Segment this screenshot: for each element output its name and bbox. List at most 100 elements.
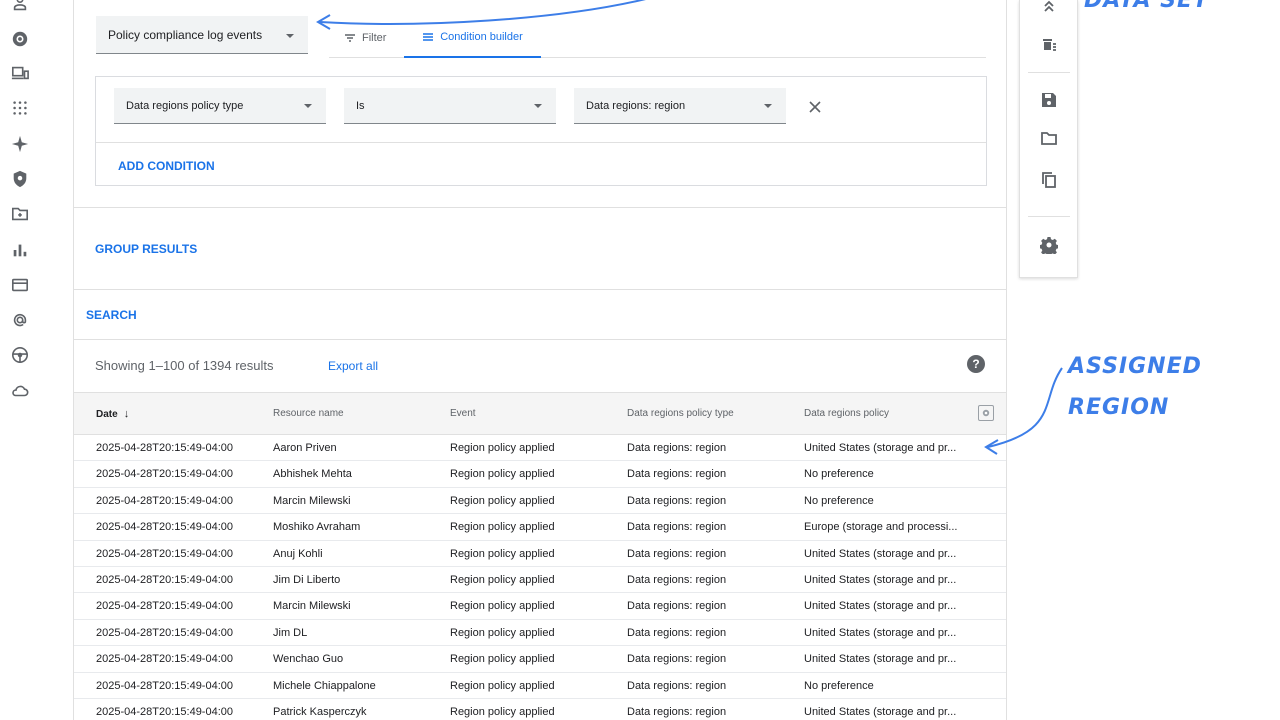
list-icon xyxy=(423,33,434,41)
cell-policy-type: Data regions: region xyxy=(627,573,727,586)
section-divider xyxy=(74,339,1006,340)
condition-value-value: Data regions: region xyxy=(586,99,686,112)
chevron-down-icon xyxy=(764,104,772,108)
table-header: Date ↓ Resource name Event Data regions p… xyxy=(74,392,1006,435)
cell-date: 2025-04-28T20:15:49-04:00 xyxy=(96,626,233,639)
table-row[interactable]: 2025-04-28T20:15:49-04:00 Aaron Priven Reg… xyxy=(74,435,1006,462)
sparkle-icon[interactable] xyxy=(10,134,30,154)
column-header-policy[interactable]: Data regions policy xyxy=(804,408,966,419)
data-source-value: Policy compliance log events xyxy=(108,27,263,42)
cell-policy: United States (storage and pr... xyxy=(804,653,957,666)
toolbar-divider xyxy=(1028,216,1070,217)
cell-date: 2025-04-28T20:15:49-04:00 xyxy=(96,679,233,692)
cell-resource-name: Moshiko Avraham xyxy=(273,521,361,534)
cell-policy-type: Data regions: region xyxy=(627,705,727,718)
column-header-event[interactable]: Event xyxy=(450,408,620,419)
credit-card-icon[interactable] xyxy=(10,275,30,295)
section-divider xyxy=(74,289,1006,290)
cell-event: Region policy applied xyxy=(450,679,555,692)
column-header-resource-name[interactable]: Resource name xyxy=(273,408,443,419)
settings-gear-icon[interactable] xyxy=(1039,236,1059,257)
cell-policy-type: Data regions: region xyxy=(627,600,727,613)
cell-policy-type: Data regions: region xyxy=(627,653,727,666)
collapse-icon[interactable] xyxy=(1040,0,1058,15)
table-row[interactable]: 2025-04-28T20:15:49-04:00 Michele Chiappa… xyxy=(74,673,1006,699)
condition-operator-select[interactable]: Is xyxy=(344,88,556,124)
save-icon[interactable] xyxy=(1040,91,1058,109)
cell-resource-name: Michele Chiappalone xyxy=(273,679,376,692)
cell-resource-name: Anuj Kohli xyxy=(273,547,323,560)
bar-chart-icon[interactable] xyxy=(10,240,30,260)
table-row[interactable]: 2025-04-28T20:15:49-04:00 Patrick Kasperc… xyxy=(74,699,1006,720)
tab-condition-builder[interactable]: Condition builder xyxy=(404,18,541,58)
main-panel: Policy compliance log events Filter Cond… xyxy=(73,0,1007,720)
condition-operator-value: Is xyxy=(356,99,365,112)
apps-grid-icon[interactable] xyxy=(10,98,30,118)
cell-date: 2025-04-28T20:15:49-04:00 xyxy=(96,600,233,613)
cell-policy-type: Data regions: region xyxy=(627,442,727,454)
cell-date: 2025-04-28T20:15:49-04:00 xyxy=(96,705,233,718)
tab-filter-label: Filter xyxy=(362,32,387,44)
cell-date: 2025-04-28T20:15:49-04:00 xyxy=(96,547,233,560)
cell-date: 2025-04-28T20:15:49-04:00 xyxy=(96,653,233,666)
table-row[interactable]: 2025-04-28T20:15:49-04:00 Jim DL Region po… xyxy=(74,620,1006,647)
column-header-date[interactable]: Date ↓ xyxy=(96,408,266,420)
cell-event: Region policy applied xyxy=(450,705,555,718)
table-row[interactable]: 2025-04-28T20:15:49-04:00 Jim Di Liberto R… xyxy=(74,567,1006,594)
column-header-policy-type[interactable]: Data regions policy type xyxy=(627,408,797,419)
table-row[interactable]: 2025-04-28T20:15:49-04:00 Marcin Milewski… xyxy=(74,593,1006,620)
cell-event: Region policy applied xyxy=(450,468,555,481)
search-button[interactable]: SEARCH xyxy=(86,308,137,322)
cell-resource-name: Aaron Priven xyxy=(273,442,337,454)
cell-policy-type: Data regions: region xyxy=(627,494,727,507)
condition-attribute-select[interactable]: Data regions policy type xyxy=(114,88,326,124)
column-header-date-label: Date xyxy=(96,409,118,420)
condition-attribute-value: Data regions policy type xyxy=(126,99,244,112)
cell-date: 2025-04-28T20:15:49-04:00 xyxy=(96,521,233,534)
cloud-icon[interactable] xyxy=(10,381,30,401)
export-all-link[interactable]: Export all xyxy=(328,359,378,373)
group-results-button[interactable]: GROUP RESULTS xyxy=(95,242,197,256)
chrome-icon[interactable] xyxy=(10,29,30,49)
data-source-select[interactable]: Policy compliance log events xyxy=(96,16,308,54)
remove-condition-close-icon[interactable] xyxy=(807,99,823,115)
steering-wheel-icon[interactable] xyxy=(10,345,30,365)
column-settings-gear-icon[interactable] xyxy=(978,405,994,421)
devices-icon[interactable] xyxy=(10,63,30,83)
cell-event: Region policy applied xyxy=(450,494,555,507)
clear-filter-icon[interactable] xyxy=(1040,35,1058,53)
cell-policy: United States (storage and pr... xyxy=(804,626,957,639)
cell-event: Region policy applied xyxy=(450,600,555,613)
cell-event: Region policy applied xyxy=(450,442,555,454)
cell-resource-name: Abhishek Mehta xyxy=(273,468,352,481)
shield-icon[interactable] xyxy=(10,169,30,189)
condition-value-select[interactable]: Data regions: region xyxy=(574,88,786,124)
table-row[interactable]: 2025-04-28T20:15:49-04:00 Anuj Kohli Regio… xyxy=(74,541,1006,567)
cell-policy: United States (storage and pr... xyxy=(804,600,957,613)
help-icon[interactable]: ? xyxy=(967,355,985,373)
cell-resource-name: Jim Di Liberto xyxy=(273,573,341,586)
table-row[interactable]: 2025-04-28T20:15:49-04:00 Moshiko Avraham… xyxy=(74,514,1006,541)
user-icon[interactable] xyxy=(10,0,30,14)
folder-open-icon[interactable] xyxy=(1040,129,1058,147)
table-row[interactable]: 2025-04-28T20:15:49-04:00 Abhishek Mehta R… xyxy=(74,461,1006,488)
cell-policy: United States (storage and pr... xyxy=(804,705,957,718)
add-condition-button[interactable]: ADD CONDITION xyxy=(118,159,215,173)
chevron-down-icon xyxy=(286,34,294,38)
cell-policy-type: Data regions: region xyxy=(627,468,727,481)
sort-descending-icon[interactable]: ↓ xyxy=(124,408,130,420)
filter-tabs: Filter Condition builder xyxy=(329,18,986,58)
cell-event: Region policy applied xyxy=(450,653,555,666)
results-count: Showing 1–100 of 1394 results xyxy=(95,358,274,373)
copy-icon[interactable] xyxy=(1040,171,1058,189)
cell-policy-type: Data regions: region xyxy=(627,521,727,534)
left-nav-rail xyxy=(0,0,44,720)
table-row[interactable]: 2025-04-28T20:15:49-04:00 Wenchao Guo Regi… xyxy=(74,646,1006,673)
table-row[interactable]: 2025-04-28T20:15:49-04:00 Marcin Milewski… xyxy=(74,488,1006,515)
annotation-data-set: DATA SET xyxy=(1084,0,1210,13)
folder-icon[interactable] xyxy=(10,204,30,224)
tab-filter[interactable]: Filter xyxy=(344,18,386,58)
at-sign-icon[interactable] xyxy=(10,310,30,330)
cell-resource-name: Patrick Kasperczyk xyxy=(273,705,367,718)
cell-resource-name: Marcin Milewski xyxy=(273,494,351,507)
